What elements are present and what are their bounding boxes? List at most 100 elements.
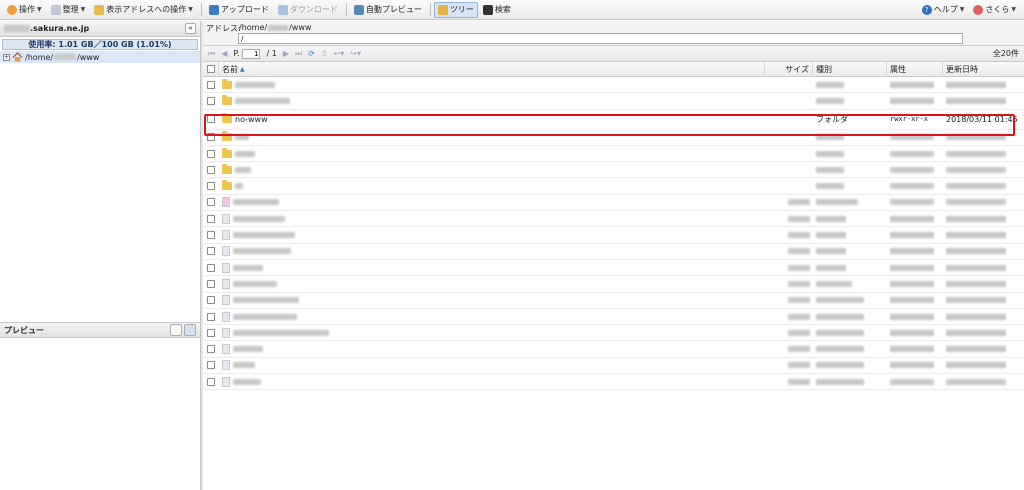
table-row[interactable]	[203, 77, 1024, 94]
address-input[interactable]	[238, 33, 963, 44]
monitor-icon	[353, 4, 364, 15]
row-checkbox[interactable]	[207, 263, 215, 272]
home-icon	[12, 52, 23, 62]
address-path-prefix: /home/	[239, 23, 268, 32]
dropdown-arrow-icon: ▼	[959, 6, 965, 13]
refresh-icon[interactable]: ⟳	[308, 49, 315, 58]
operation-menu-button[interactable]: 操作 ▼	[3, 2, 46, 18]
folder-ops-icon	[94, 4, 105, 15]
redacted-text	[268, 24, 289, 31]
table-row[interactable]	[203, 195, 1024, 212]
organize-label: 整理	[62, 5, 79, 14]
dropdown-arrow-icon: ▼	[80, 6, 86, 13]
back-icon[interactable]: ↩▾	[334, 49, 345, 58]
redacted-text	[233, 297, 299, 304]
upload-icon	[208, 4, 219, 15]
page-label: P.	[233, 49, 240, 58]
row-checkbox[interactable]	[207, 328, 215, 337]
table-row[interactable]	[203, 93, 1024, 110]
table-row[interactable]	[203, 309, 1024, 326]
table-row[interactable]	[203, 358, 1024, 375]
row-checkbox[interactable]	[207, 247, 215, 256]
forward-icon[interactable]: ↪▾	[350, 49, 361, 58]
preview-download-icon[interactable]	[184, 324, 196, 336]
row-checkbox[interactable]	[207, 296, 215, 305]
up-folder-icon[interactable]: ⇧	[321, 49, 328, 58]
preview-header: プレビュー	[0, 322, 200, 338]
redacted-text	[946, 199, 1006, 206]
table-row[interactable]	[203, 244, 1024, 260]
download-button[interactable]: ダウンロード	[274, 2, 342, 18]
tree-icon	[437, 4, 448, 15]
row-checkbox[interactable]	[207, 345, 215, 354]
edit-icon[interactable]	[170, 324, 182, 336]
auto-preview-button[interactable]: 自動プレビュー	[350, 2, 426, 18]
table-row[interactable]	[203, 325, 1024, 342]
row-checkbox[interactable]	[207, 80, 215, 89]
row-checkbox[interactable]	[207, 312, 215, 321]
row-checkbox[interactable]	[207, 96, 215, 105]
binoculars-icon	[482, 4, 493, 15]
upload-label: アップロード	[220, 5, 269, 14]
row-checkbox[interactable]	[207, 165, 215, 174]
page-input[interactable]	[242, 48, 261, 59]
redacted-text	[788, 313, 810, 320]
select-all-checkbox[interactable]	[206, 65, 215, 73]
upload-button[interactable]: アップロード	[205, 2, 273, 18]
tree-item-www[interactable]: + /home/ /www	[0, 51, 200, 63]
tree-toggle-button[interactable]: ツリー	[433, 1, 478, 18]
prev-page-icon[interactable]: ◀	[221, 49, 227, 58]
table-row[interactable]	[203, 374, 1024, 391]
table-row[interactable]	[203, 260, 1024, 277]
next-page-icon[interactable]: ▶	[283, 49, 289, 58]
row-checkbox[interactable]	[207, 361, 215, 370]
table-row[interactable]	[203, 227, 1024, 244]
redacted-text	[946, 280, 1006, 287]
table-row[interactable]	[203, 276, 1024, 293]
row-checkbox[interactable]	[207, 377, 215, 386]
redacted-text	[890, 199, 934, 206]
row-checkbox[interactable]	[207, 279, 215, 288]
table-row[interactable]	[203, 146, 1024, 163]
folder-icon	[222, 78, 232, 89]
redacted-text	[233, 313, 297, 320]
column-header-type[interactable]: 種別	[813, 62, 887, 76]
row-checkbox[interactable]	[207, 214, 215, 223]
table-row[interactable]	[203, 211, 1024, 228]
redacted-text	[890, 329, 934, 336]
search-button[interactable]: 検索	[479, 2, 515, 18]
user-menu-button[interactable]: さくら ▼	[969, 2, 1020, 18]
file-grid-header: 名前 ▲ サイズ 種別 属性 更新日時	[203, 62, 1024, 77]
help-menu-button[interactable]: ? ヘルプ ▼	[918, 2, 969, 18]
address-ops-menu-button[interactable]: 表示アドレスへの操作 ▼	[90, 2, 197, 18]
table-row[interactable]	[203, 341, 1024, 358]
column-header-attr[interactable]: 属性	[887, 62, 943, 76]
row-checkbox[interactable]	[207, 231, 215, 240]
row-checkbox[interactable]	[207, 149, 215, 158]
column-size-label: サイズ	[785, 64, 809, 74]
column-header-size[interactable]: サイズ	[765, 62, 813, 76]
table-row[interactable]	[203, 293, 1024, 309]
help-icon: ?	[921, 4, 932, 15]
file-icon	[222, 376, 230, 387]
row-checkbox[interactable]	[207, 198, 215, 207]
table-row[interactable]	[203, 162, 1024, 179]
file-icon	[222, 344, 230, 355]
row-checkbox[interactable]	[207, 133, 215, 142]
first-page-icon[interactable]: ⏮	[208, 49, 215, 59]
organize-menu-button[interactable]: 整理 ▼	[47, 2, 90, 18]
row-checkbox[interactable]	[207, 182, 215, 191]
collapse-panel-button[interactable]: «	[185, 23, 196, 34]
table-row-no-www[interactable]: no-www フォルダ rwxr-xr-x 2018/03/11 01:45	[203, 110, 1024, 130]
redacted-text	[890, 248, 934, 255]
file-date: 2018/03/11 01:45	[946, 114, 1018, 124]
last-page-icon[interactable]: ⏭	[295, 49, 302, 59]
table-row[interactable]	[203, 178, 1024, 195]
row-checkbox[interactable]	[207, 115, 215, 124]
file-name: no-www	[235, 114, 268, 124]
folder-icon	[222, 163, 232, 174]
table-row[interactable]	[203, 130, 1024, 146]
expand-icon[interactable]: +	[3, 53, 10, 61]
column-header-date[interactable]: 更新日時	[943, 62, 1021, 76]
column-header-name[interactable]: 名前 ▲	[219, 62, 765, 76]
